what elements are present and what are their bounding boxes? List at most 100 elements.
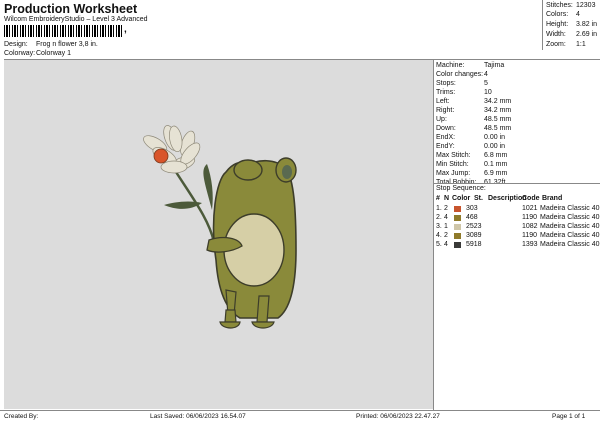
color-swatch (454, 206, 461, 212)
width-label: Width: (546, 31, 566, 38)
min-stitch-label: Min Stitch: (436, 161, 469, 168)
frog-right-foot (251, 321, 275, 329)
row-st: 3089 (466, 232, 482, 239)
footer-rule (0, 410, 600, 411)
stop-sequence-title: Stop Sequence: (436, 185, 486, 192)
row-st: 5918 (466, 241, 482, 248)
frog-left-leg-lower (224, 309, 237, 323)
frog-eye-pupil (282, 165, 292, 179)
color-swatch (454, 242, 461, 248)
max-stitch-label: Max Stitch: (436, 152, 471, 159)
height-label: Height: (546, 21, 569, 28)
printed-date: Printed: 06/06/2023 22.47.27 (356, 413, 440, 420)
col-description: Description (488, 195, 527, 202)
width-value: 2.69 in (576, 31, 598, 38)
row-code: 1021 (522, 205, 538, 212)
table-row: 3. 1 2523 1082 Madeira Classic 40 (434, 223, 600, 232)
row-n: 2 (444, 232, 448, 239)
page-number: Page 1 of 1 (552, 413, 586, 420)
machine-info-panel: Machine: Tajima Color changes: 4 Stops: … (436, 62, 600, 192)
lower-leaf (164, 201, 202, 209)
worksheet-title: Production Worksheet (4, 2, 138, 16)
color-swatch (454, 224, 461, 230)
height-value: 3.82 in (576, 21, 598, 28)
created-by: Created By: (4, 413, 39, 420)
right-value: 34.2 mm (484, 107, 512, 114)
down-value: 48.5 mm (484, 125, 512, 132)
col-code: Code (522, 195, 540, 202)
row-brand: Madeira Classic 40 (540, 223, 600, 230)
row-n: 2 (444, 205, 448, 212)
stop-sequence-rule (434, 183, 600, 184)
frog-left-eye (233, 159, 263, 181)
barcode (4, 25, 124, 37)
row-num: 2. (436, 214, 442, 221)
design-canvas (4, 60, 433, 409)
down-label: Down: (436, 125, 456, 132)
row-n: 1 (444, 223, 448, 230)
color-changes-value: 4 (484, 71, 488, 78)
barcode-trailing-mark: , (124, 24, 127, 35)
row-st: 2523 (466, 223, 482, 230)
design-label: Design: (4, 41, 28, 48)
colors-label: Colors: (546, 11, 569, 18)
frog-design-preview (143, 125, 297, 329)
up-label: Up: (436, 116, 447, 123)
row-code: 1190 (522, 214, 538, 221)
stops-value: 5 (484, 80, 488, 87)
row-n: 4 (444, 241, 448, 248)
table-row: 4. 2 3089 1190 Madeira Classic 40 (434, 232, 600, 241)
color-swatch (454, 233, 461, 239)
stitches-value: 12303 (576, 2, 596, 9)
table-row: 2. 4 468 1190 Madeira Classic 40 (434, 214, 600, 223)
endy-value: 0.00 in (484, 143, 506, 150)
software-subtitle: Wilcom EmbroideryStudio – Level 3 Advanc… (4, 16, 148, 23)
daisy-petals (143, 125, 201, 174)
table-row: 1. 2 303 1021 Madeira Classic 40 (434, 205, 600, 214)
row-num: 5. (436, 241, 442, 248)
table-row: 5. 4 5918 1393 Madeira Classic 40 (434, 241, 600, 250)
machine-value: Tajima (484, 62, 505, 69)
col-n: N (444, 195, 450, 202)
flower-center (153, 148, 169, 164)
stop-sequence-header: # N Color St. Description Code Brand (434, 195, 600, 204)
endx-label: EndX: (436, 134, 456, 141)
design-value: Frog n flower 3,8 in. (36, 41, 98, 48)
trims-label: Trims: (436, 89, 456, 96)
row-num: 3. (436, 223, 442, 230)
row-brand: Madeira Classic 40 (540, 241, 600, 248)
col-brand: Brand (542, 195, 563, 202)
endx-value: 0.00 in (484, 134, 506, 141)
min-stitch-value: 0.1 mm (484, 161, 508, 168)
color-changes-label: Color changes: (436, 71, 484, 78)
row-code: 1082 (522, 223, 538, 230)
stops-label: Stops: (436, 80, 456, 87)
summary-divider (542, 0, 543, 50)
row-st: 468 (466, 214, 478, 221)
up-value: 48.5 mm (484, 116, 512, 123)
row-brand: Madeira Classic 40 (540, 232, 600, 239)
trims-value: 10 (484, 89, 492, 96)
frog-right-leg (256, 295, 270, 323)
row-num: 1. (436, 205, 442, 212)
frog-left-foot (219, 321, 241, 329)
zoom-label: Zoom: (546, 41, 566, 48)
row-code: 1190 (522, 232, 538, 239)
stitches-label: Stitches: (546, 2, 573, 9)
colorway-value: Colorway 1 (36, 50, 72, 57)
col-num: # (436, 195, 440, 202)
max-stitch-value: 6.8 mm (484, 152, 508, 159)
machine-label: Machine: (436, 62, 465, 69)
row-n: 4 (444, 214, 448, 221)
right-label: Right: (436, 107, 455, 114)
colors-value: 4 (576, 11, 580, 18)
color-swatch (454, 215, 461, 221)
endy-label: EndY: (436, 143, 455, 150)
last-saved: Last Saved: 06/06/2023 16.54.07 (150, 413, 246, 420)
row-brand: Madeira Classic 40 (540, 205, 600, 212)
left-label: Left: (436, 98, 450, 105)
max-jump-label: Max Jump: (436, 170, 471, 177)
max-jump-value: 6.9 mm (484, 170, 508, 177)
row-st: 303 (466, 205, 478, 212)
row-num: 4. (436, 232, 442, 239)
